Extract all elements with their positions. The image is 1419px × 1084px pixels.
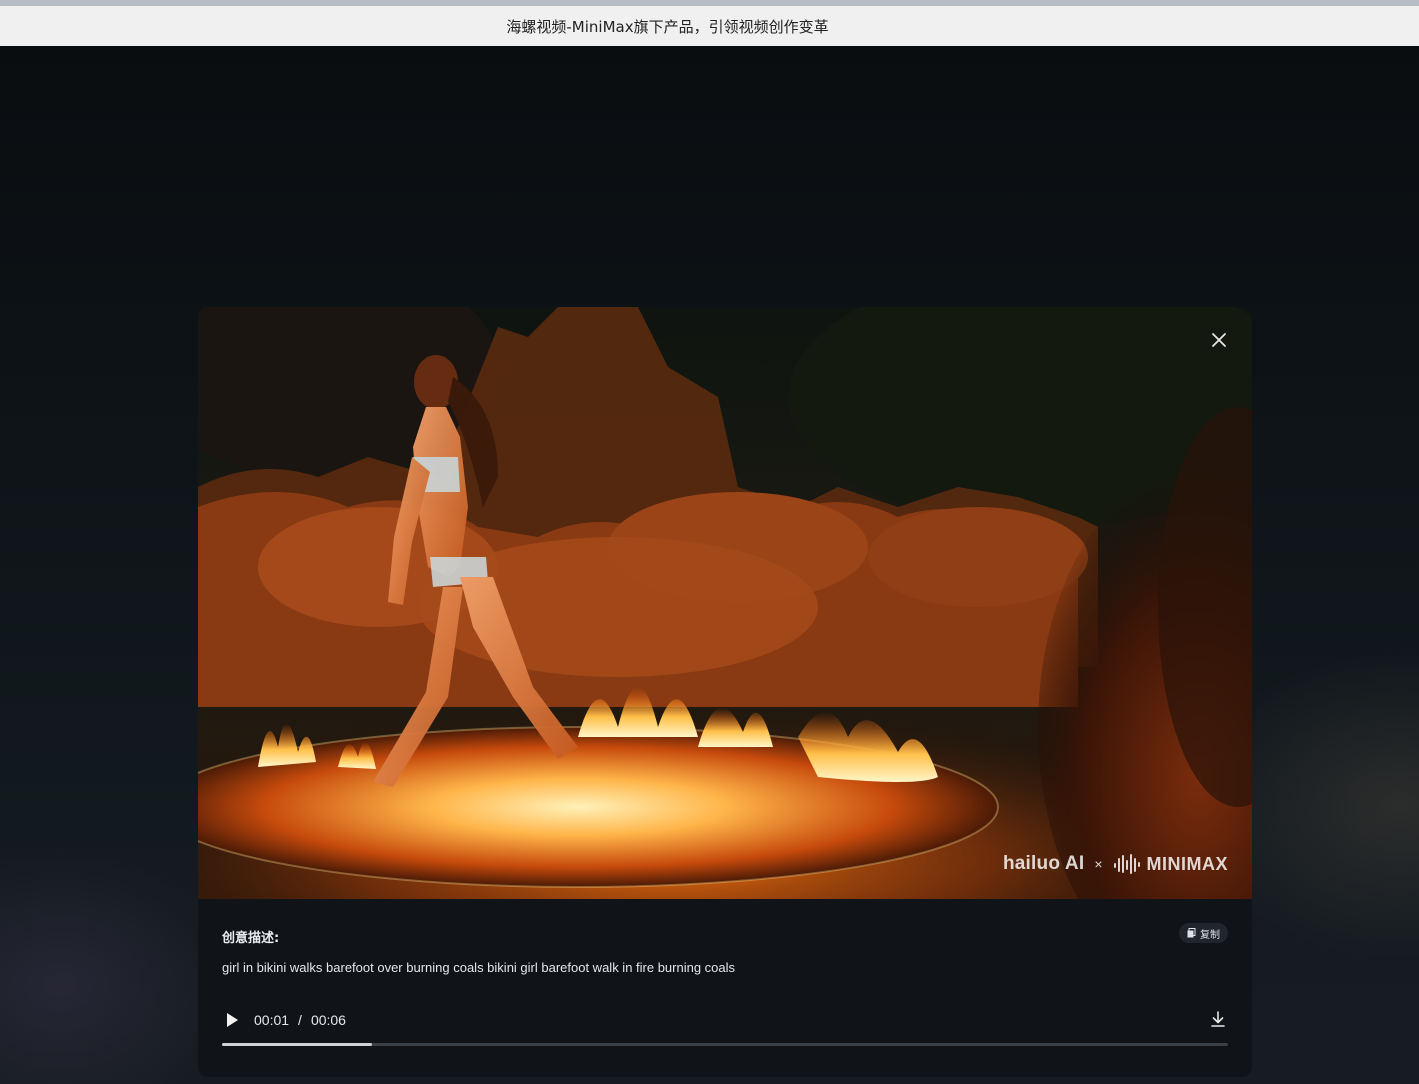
time-display: 00:01 / 00:06 (254, 1012, 346, 1028)
download-icon[interactable] (1208, 1009, 1228, 1029)
watermark-separator: × (1094, 856, 1103, 872)
minimax-wave-icon (1113, 854, 1140, 874)
progress-fill (222, 1043, 372, 1046)
video-watermark: hailuo AI × MINIMAX (1003, 853, 1228, 875)
watermark-partner: MINIMAX (1113, 853, 1229, 875)
window-title-bar: 海螺视频-MiniMax旗下产品，引领视频创作变革 (0, 6, 1419, 47)
watermark-partner-label: MINIMAX (1146, 853, 1228, 874)
description-panel: 创意描述: 复制 girl in bikini walks barefoot o… (222, 923, 1228, 975)
copy-icon (1187, 928, 1196, 938)
window-title: 海螺视频-MiniMax旗下产品，引领视频创作变革 (506, 17, 829, 36)
video-frame-image (198, 307, 1252, 899)
progress-bar[interactable] (222, 1043, 1228, 1046)
player-controls: 00:01 / 00:06 (222, 1007, 1228, 1033)
description-label: 创意描述: (222, 931, 280, 946)
duration: 00:06 (310, 1012, 346, 1028)
video-player[interactable]: hailuo AI × MINIMAX (198, 307, 1252, 899)
close-icon (1212, 333, 1226, 347)
current-time: 00:01 (254, 1012, 290, 1028)
copy-button-label: 复制 (1200, 929, 1220, 941)
play-icon[interactable] (222, 1010, 242, 1030)
time-separator: / (298, 1012, 302, 1028)
description-text: girl in bikini walks barefoot over burni… (222, 960, 736, 975)
video-preview-modal: hailuo AI × MINIMAX 创意描述: 复制 girl in bik… (198, 307, 1252, 1077)
watermark-brand: hailuo AI (1002, 853, 1085, 874)
close-button[interactable] (1208, 329, 1230, 351)
copy-button[interactable]: 复制 (1179, 923, 1228, 943)
